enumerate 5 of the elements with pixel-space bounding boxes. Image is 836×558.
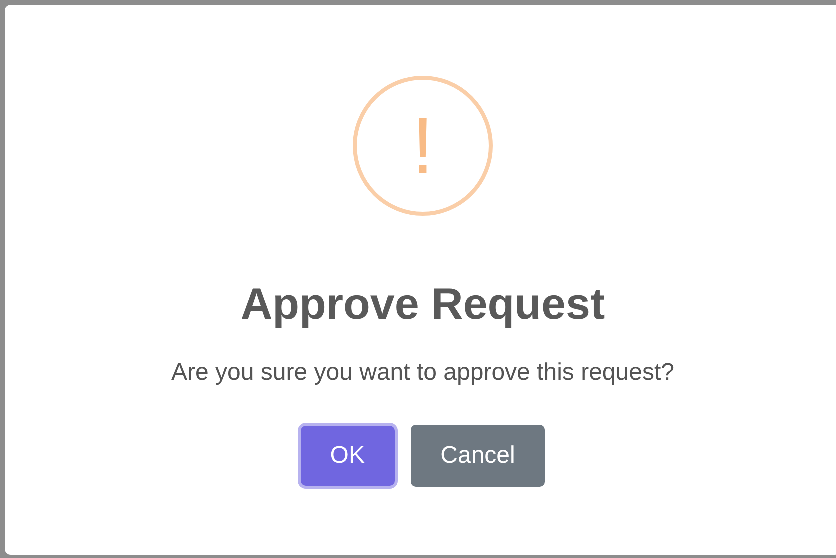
cancel-button[interactable]: Cancel [410,425,546,487]
ok-button[interactable]: OK [300,426,395,486]
warning-icon: ! [353,76,493,216]
dialog-title: Approve Request [240,279,606,331]
dialog-message: Are you sure you want to approve this request? [172,358,674,388]
